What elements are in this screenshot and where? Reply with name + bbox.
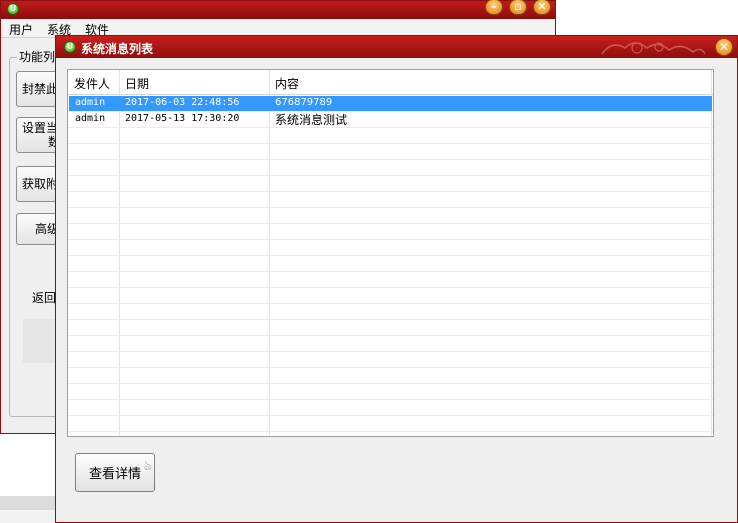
row-gridline <box>68 335 713 336</box>
row-gridline <box>68 287 713 288</box>
cloud-ornament-icon <box>601 42 706 55</box>
row-gridline <box>68 239 713 240</box>
view-details-button[interactable]: 查看详情 ঌ <box>75 453 155 492</box>
dialog-titlebar[interactable]: U 系统消息列表 ✕ <box>56 36 737 58</box>
row-gridline <box>68 399 713 400</box>
minimize-icon[interactable]: – <box>485 0 503 15</box>
maximize-icon[interactable]: ▫ <box>509 0 527 15</box>
cell-content: 676879789 <box>275 97 333 108</box>
row-gridline <box>68 255 713 256</box>
app-icon: U <box>64 41 76 53</box>
row-gridline <box>68 271 713 272</box>
swirl-decoration-icon: ঌ <box>143 457 152 473</box>
column-header-content[interactable]: 内容 <box>275 75 299 92</box>
row-gridline <box>68 159 713 160</box>
cell-sender: admin <box>75 97 106 108</box>
column-header-sender[interactable]: 发件人 <box>74 75 110 92</box>
row-gridline <box>68 351 713 352</box>
row-gridline <box>68 319 713 320</box>
system-message-dialog: U 系统消息列表 ✕ 发件人 日期 内容 admin 2017-06-03 22… <box>55 35 738 523</box>
message-list[interactable]: 发件人 日期 内容 admin 2017-06-03 22:48:56 6768… <box>67 69 714 437</box>
cell-date: 2017-06-03 22:48:56 <box>125 97 240 108</box>
taskbar-strip-lower <box>0 510 60 523</box>
cell-content: 系统消息测试 <box>275 113 348 127</box>
column-header-date[interactable]: 日期 <box>125 75 149 92</box>
dialog-title: 系统消息列表 <box>81 42 154 56</box>
row-gridline <box>68 207 713 208</box>
return-label: 返回 <box>32 291 57 305</box>
view-details-label: 查看详情 <box>88 466 141 481</box>
row-gridline <box>68 175 713 176</box>
close-icon[interactable]: ✕ <box>715 38 733 56</box>
row-gridline <box>68 191 713 192</box>
app-icon: U <box>7 3 19 15</box>
row-gridline <box>68 431 713 432</box>
row-gridline <box>68 415 713 416</box>
menu-user[interactable]: 用户 <box>9 21 33 38</box>
row-gridline <box>68 383 713 384</box>
row-gridline <box>68 303 713 304</box>
cell-sender: admin <box>75 113 106 124</box>
row-gridline <box>68 367 713 368</box>
table-row[interactable]: admin 2017-06-03 22:48:56 676879789 <box>69 96 712 111</box>
function-group-label: 功能列 <box>17 48 58 65</box>
row-gridline <box>68 223 713 224</box>
cell-date: 2017-05-13 17:30:20 <box>125 113 240 124</box>
close-icon[interactable]: ✕ <box>533 0 551 15</box>
taskbar-strip <box>0 496 60 510</box>
background-titlebar: U – ▫ ✕ <box>1 0 555 19</box>
list-header: 发件人 日期 内容 <box>68 70 713 95</box>
table-row[interactable]: admin 2017-05-13 17:30:20 系统消息测试 <box>69 112 712 127</box>
row-gridline <box>68 127 713 128</box>
row-gridline <box>68 143 713 144</box>
